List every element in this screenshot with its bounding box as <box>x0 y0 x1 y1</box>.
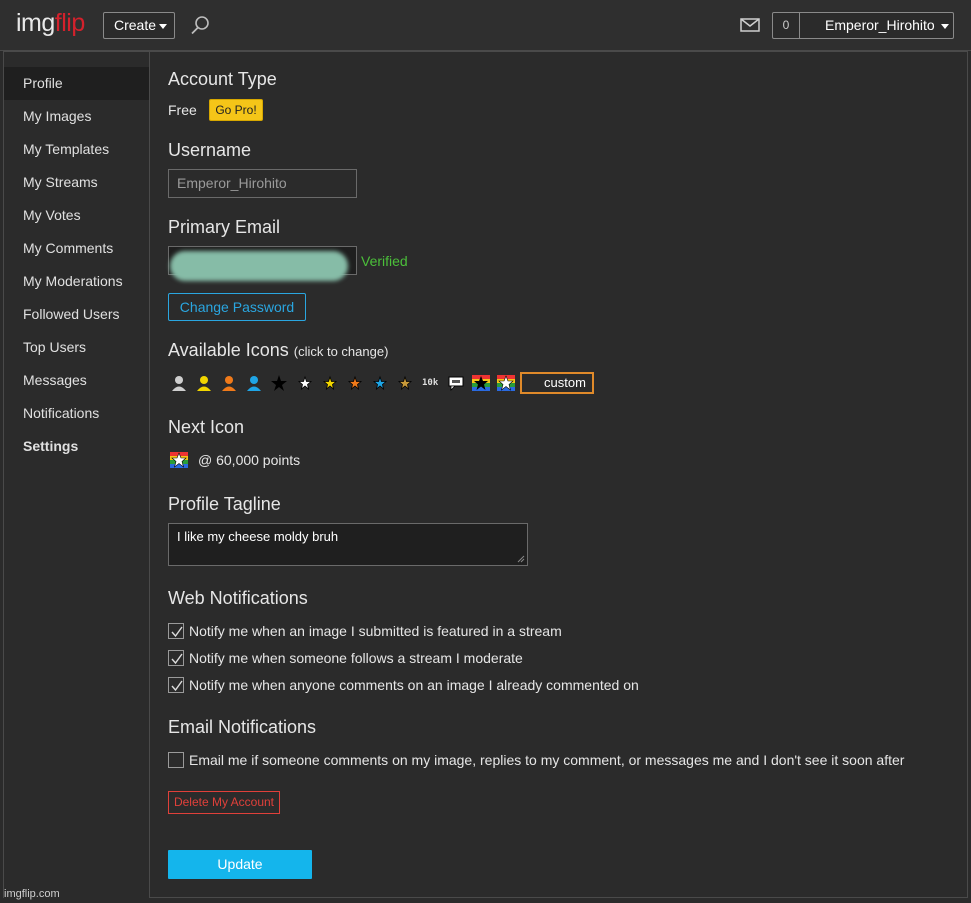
sidebar-item-my-moderations[interactable]: My Moderations <box>4 265 149 298</box>
redacted-email-blur <box>170 251 348 281</box>
resize-handle-icon[interactable] <box>517 555 525 563</box>
go-pro-button[interactable]: Go Pro! <box>209 99 263 121</box>
sidebar-item-my-votes[interactable]: My Votes <box>4 199 149 232</box>
sidebar-item-followed-users[interactable]: Followed Users <box>4 298 149 331</box>
next-icon-star-rainbow-icon <box>170 452 188 468</box>
username-field[interactable]: Emperor_Hirohito <box>168 169 357 198</box>
sidebar-item-my-templates[interactable]: My Templates <box>4 133 149 166</box>
sidebar-item-settings[interactable]: Settings <box>4 430 149 463</box>
person-gray-icon[interactable] <box>170 374 188 392</box>
checkmark-icon <box>171 653 183 665</box>
sidebar-item-top-users[interactable]: Top Users <box>4 331 149 364</box>
checkbox-unchecked[interactable] <box>168 752 184 768</box>
sidebar-item-profile[interactable]: Profile <box>4 67 149 100</box>
account-type-heading: Account Type <box>168 69 277 89</box>
speech-bubble-icon[interactable] <box>447 374 465 392</box>
sidebar-item-notifications[interactable]: Notifications <box>4 397 149 430</box>
imgflip-watermark: imgflip.com <box>4 888 60 900</box>
profile-tagline-heading: Profile Tagline <box>168 494 281 514</box>
person-orange-icon[interactable] <box>220 374 238 392</box>
tagline-value: I like my cheese moldy bruh <box>177 529 339 544</box>
email-notifications-heading: Email Notifications <box>168 717 317 737</box>
username-label: Emperor_Hirohito <box>825 17 935 33</box>
create-dropdown-button[interactable]: Create <box>103 12 175 39</box>
chevron-down-icon <box>940 23 949 29</box>
star-bronze-icon[interactable] <box>396 374 414 392</box>
create-label: Create <box>114 17 157 33</box>
available-icons-hint: (click to change) <box>293 344 389 359</box>
account-type-value: Free <box>168 102 197 118</box>
email-verified-status: Verified <box>361 253 408 269</box>
sidebar: Profile My Images My Templates My Stream… <box>4 52 150 898</box>
person-blue-icon[interactable] <box>245 374 263 392</box>
star-white-icon[interactable] <box>296 374 314 392</box>
username-heading: Username <box>168 140 252 160</box>
icon-picker: 10k custom <box>168 372 608 394</box>
next-icon-heading: Next Icon <box>168 417 245 437</box>
user-menu[interactable]: 0 Emperor_Hirohito <box>772 12 954 39</box>
notification-count[interactable]: 0 <box>773 13 800 38</box>
sidebar-item-my-streams[interactable]: My Streams <box>4 166 149 199</box>
person-yellow-icon[interactable] <box>195 374 213 392</box>
search-icon[interactable] <box>189 14 211 36</box>
checkbox-label: Notify me when an image I submitted is f… <box>189 623 562 639</box>
star-black-icon[interactable] <box>270 374 288 392</box>
profile-tagline-textarea[interactable]: I like my cheese moldy bruh <box>168 523 528 566</box>
chevron-down-icon <box>159 23 168 29</box>
star-yellow-icon[interactable] <box>321 374 339 392</box>
checkmark-icon <box>171 626 183 638</box>
sidebar-item-messages[interactable]: Messages <box>4 364 149 397</box>
available-icons-heading: Available Icons (click to change) <box>168 340 388 361</box>
star-rainbow-white-icon[interactable] <box>497 374 515 392</box>
checkbox-checked[interactable] <box>168 650 184 666</box>
primary-email-heading: Primary Email <box>168 217 281 237</box>
imgflip-logo[interactable]: imgflip <box>16 9 85 38</box>
ten-k-icon[interactable]: 10k <box>422 374 440 392</box>
checkbox-label: Notify me when anyone comments on an ima… <box>189 677 639 693</box>
checkbox-checked[interactable] <box>168 623 184 639</box>
star-rainbow-black-icon[interactable] <box>472 374 490 392</box>
checkbox-label: Email me if someone comments on my image… <box>189 752 905 768</box>
mail-icon[interactable] <box>740 17 760 33</box>
logo-text-img: img <box>16 9 55 37</box>
email-field[interactable] <box>168 246 357 281</box>
web-notifications-heading: Web Notifications <box>168 588 308 608</box>
update-button[interactable]: Update <box>168 850 312 879</box>
next-icon-points: @ 60,000 points <box>198 452 301 468</box>
checkbox-checked[interactable] <box>168 677 184 693</box>
custom-icon-button[interactable]: custom <box>520 372 594 394</box>
delete-account-button[interactable]: Delete My Account <box>168 791 280 814</box>
username-dropdown[interactable]: Emperor_Hirohito <box>825 13 949 38</box>
checkmark-icon <box>171 680 183 692</box>
change-password-button[interactable]: Change Password <box>168 293 306 321</box>
sidebar-item-my-images[interactable]: My Images <box>4 100 149 133</box>
logo-text-flip: flip <box>54 9 85 37</box>
star-blue-icon[interactable] <box>371 374 389 392</box>
star-orange-icon[interactable] <box>346 374 364 392</box>
checkbox-label: Notify me when someone follows a stream … <box>189 650 523 666</box>
available-icons-title: Available Icons <box>168 340 289 360</box>
top-header: imgflip Create 0 Emperor_Hirohito <box>0 0 971 51</box>
sidebar-item-my-comments[interactable]: My Comments <box>4 232 149 265</box>
